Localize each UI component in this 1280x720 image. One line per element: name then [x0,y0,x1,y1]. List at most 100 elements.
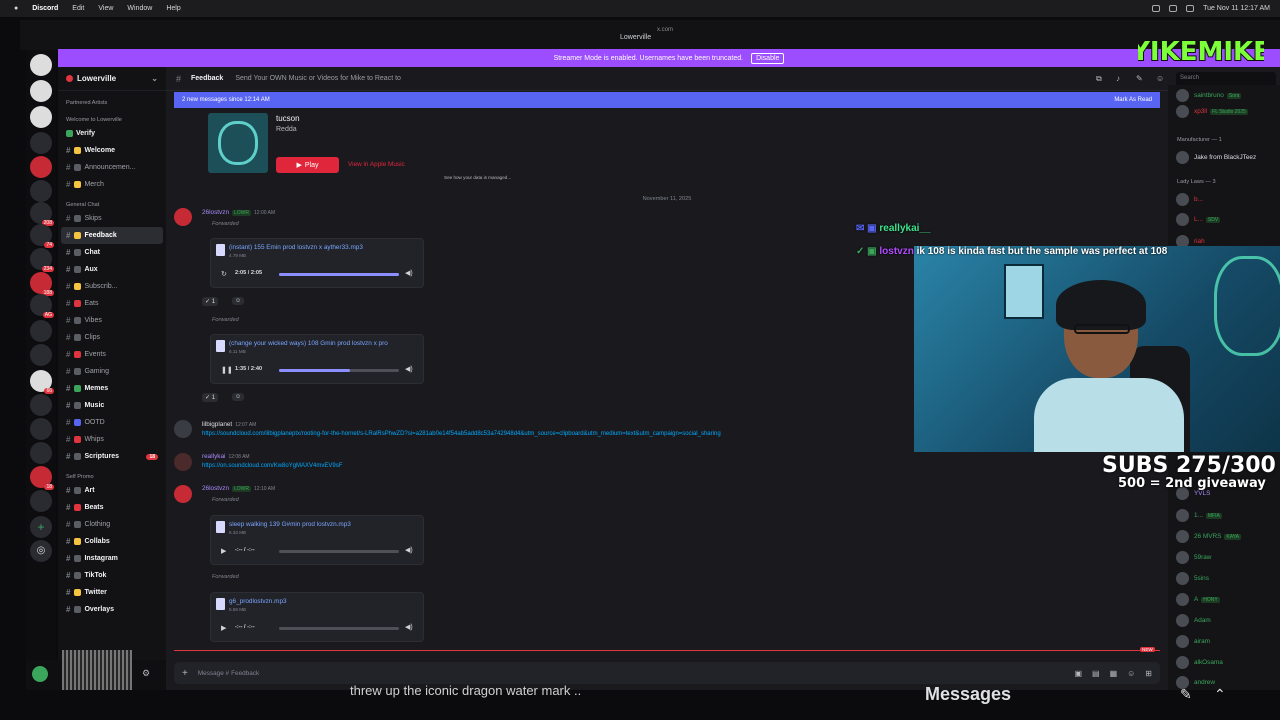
members-icon[interactable]: ☺ [1156,74,1164,83]
channel-clothing[interactable]: # Clothing [58,516,166,533]
threads-icon[interactable]: ⧉ [1096,74,1102,84]
pin-icon[interactable]: ✎ [1136,74,1143,83]
category-welcome[interactable]: Welcome to Lowerville [58,115,166,125]
member-item[interactable]: 5sins [1176,572,1209,585]
username[interactable]: 26lostvzn [202,485,229,492]
avatar[interactable] [174,420,192,438]
volume-icon[interactable]: ◀) [405,546,413,554]
menu-help[interactable]: Help [166,5,180,12]
server-icon[interactable] [30,394,52,416]
file-name[interactable]: (instant) 155 Emin prod lostvzn x ayther… [229,244,363,251]
member-item[interactable]: A HONY [1176,593,1220,606]
audio-progress[interactable] [279,273,399,276]
member-item[interactable]: Adam [1176,614,1211,627]
member-item[interactable]: xp3ll FL Studio 2025 [1176,105,1248,118]
channel-welcome[interactable]: # Welcome [58,142,166,159]
username[interactable]: lilbigplanet [202,421,232,428]
server-icon[interactable]: 208 [30,202,54,226]
channel-vibes[interactable]: # Vibes [58,312,166,329]
member-item[interactable]: b... [1176,193,1203,206]
channel-beats[interactable]: # Beats [58,499,166,516]
server-icon[interactable]: 188 [30,272,54,296]
server-icon[interactable] [30,344,52,366]
avatar[interactable] [174,208,192,226]
gift-icon[interactable]: ▣ [1074,669,1082,678]
server-icon[interactable] [30,80,52,102]
member-item[interactable]: Jake from BlackJTeez [1176,151,1256,164]
new-messages-bar[interactable]: 2 new messages since 12:14 AM Mark As Re… [174,92,1160,108]
server-icon[interactable] [30,132,52,154]
member-item[interactable]: 59raw [1176,551,1211,564]
category-selfpromo[interactable]: Self Promo [58,472,166,482]
channel-subscribe[interactable]: # Subscrib... [58,278,166,295]
wifi-icon[interactable] [1169,5,1178,12]
apps-icon[interactable]: ⊞ [1145,669,1152,678]
file-name[interactable]: sleep walking 139 G#min prod lostvzn.mp3 [229,521,351,528]
album-art[interactable] [208,113,268,173]
member-item[interactable]: 1... MFIA [1176,509,1222,522]
category-general[interactable]: General Chat [58,200,166,210]
play-button[interactable]: ▶ Play [276,157,339,173]
channel-feedback[interactable]: # Feedback [61,227,163,244]
channel-twitter[interactable]: # Twitter [58,584,166,601]
discord-home-icon[interactable] [30,54,52,76]
channel-clips[interactable]: # Clips [58,329,166,346]
member-item[interactable]: alkOsama [1176,656,1223,669]
bell-icon[interactable]: ♪ [1116,74,1120,83]
server-icon[interactable]: 18 [30,466,54,490]
server-icon[interactable] [30,320,52,342]
member-item[interactable]: saintbruno Sora [1176,89,1242,102]
sticker-icon[interactable]: ▦ [1110,669,1118,678]
play-icon[interactable]: ▶ [221,547,226,555]
channel-memes[interactable]: # Memes [58,380,166,397]
server-icon[interactable] [30,490,52,512]
avatar[interactable] [174,453,192,471]
play-icon[interactable]: ▶ [221,624,226,632]
channel-eats[interactable]: # Eats [58,295,166,312]
server-icon[interactable]: 234 [30,248,54,272]
server-icon[interactable]: 66 [30,370,54,394]
chevron-down-icon[interactable]: ⌄ [151,74,158,83]
channel-collabs[interactable]: # Collabs [58,533,166,550]
apple-icon[interactable]: ● [14,5,18,12]
embed-title[interactable]: tucson [276,114,300,123]
soundcloud-link[interactable]: https://soundcloud.com/lilbigplaneptx/ro… [202,431,721,437]
channel-overlays[interactable]: # Overlays [58,601,166,618]
server-icon[interactable] [30,106,52,128]
file-name[interactable]: g6_prodlostvzn.mp3 [229,598,287,605]
channel-events[interactable]: # Events [58,346,166,363]
gear-icon[interactable]: ⚙ [142,668,150,679]
add-reaction-icon[interactable]: ☺ [232,393,245,401]
channel-ootd[interactable]: # OOTD [58,414,166,431]
volume-icon[interactable]: ◀) [405,623,413,631]
expand-icon[interactable]: ⌃ [1214,686,1226,703]
message-input[interactable]: + Message # Feedback ▣ ▤ ▦ ☺ ⊞ [174,662,1160,684]
server-icon[interactable] [30,442,52,464]
server-icon[interactable] [30,418,52,440]
control-center-icon[interactable] [1186,5,1195,12]
avatar[interactable] [32,666,48,682]
pause-icon[interactable]: ❚❚ [221,366,233,374]
audio-progress[interactable] [279,369,399,372]
reaction[interactable]: ✓ 1 [202,393,219,402]
file-name[interactable]: (change your wicked ways) 108 Gmin prod … [229,340,388,347]
discover-icon[interactable]: ◎ [30,540,52,562]
new-message-icon[interactable]: ✎ [1180,686,1192,703]
channel-chat[interactable]: # Chat [58,244,166,261]
channel-instagram[interactable]: # Instagram [58,550,166,567]
search-input[interactable]: Search [1176,71,1276,86]
server-header[interactable]: Lowerville ⌄ [58,67,166,91]
audio-progress[interactable] [279,550,399,553]
add-reaction-icon[interactable]: ☺ [232,297,245,305]
channel-tiktok[interactable]: # TikTok [58,567,166,584]
add-server-icon[interactable]: + [30,516,52,538]
category-partnered[interactable]: Partnered Artists [58,98,166,108]
privacy-note[interactable]: See how your data is managed... [444,175,511,180]
server-icon[interactable]: AG [30,294,54,318]
emoji-icon[interactable]: ☺ [1127,669,1135,678]
volume-icon[interactable]: ◀) [405,269,413,277]
reaction[interactable]: ✓ 1 [202,297,219,306]
avatar[interactable] [174,485,192,503]
battery-icon[interactable] [1152,5,1161,12]
gif-icon[interactable]: ▤ [1092,669,1100,678]
